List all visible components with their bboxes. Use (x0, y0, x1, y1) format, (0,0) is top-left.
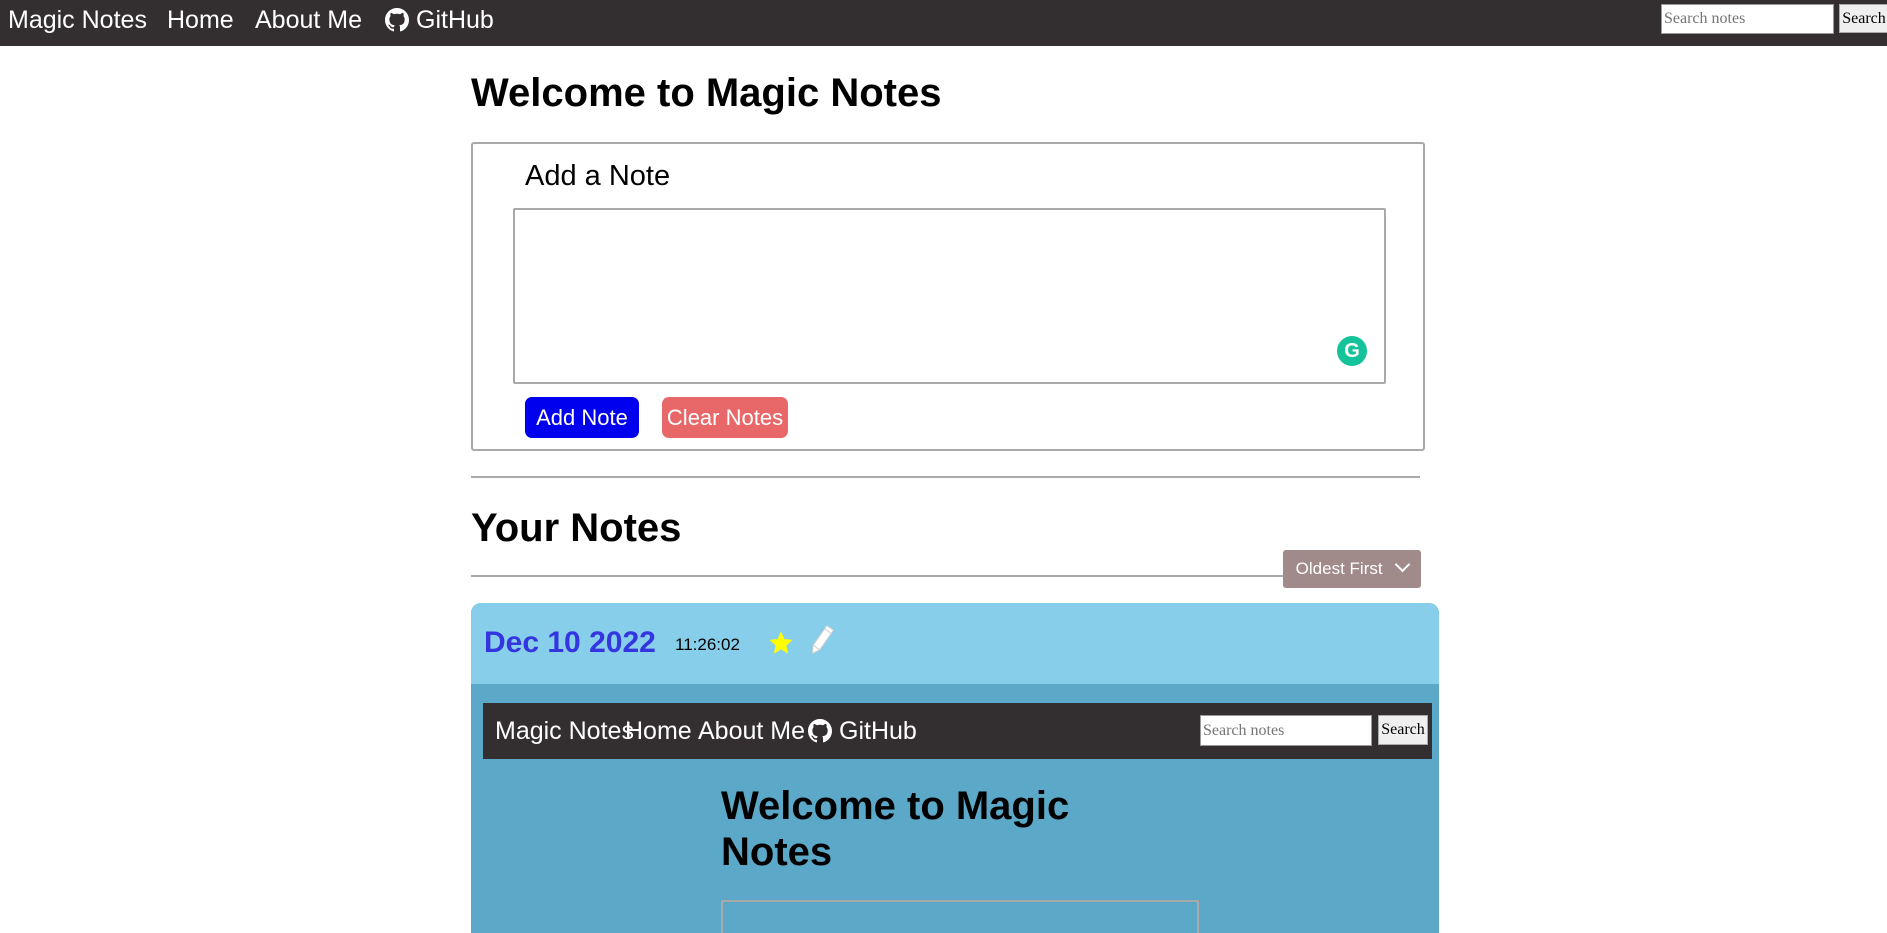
github-icon (808, 719, 832, 743)
add-note-card: Add a Note G Add Note Clear Notes (471, 142, 1425, 451)
preview-github-label: GitHub (839, 717, 917, 745)
preview-page-title: Welcome to Magic Notes (721, 784, 1070, 874)
chevron-down-icon (1395, 556, 1411, 573)
preview-search-input[interactable] (1200, 715, 1372, 746)
page-title: Welcome to Magic Notes (471, 71, 942, 115)
github-icon (385, 8, 409, 32)
github-label: GitHub (416, 6, 494, 34)
note-preview-navbar: Magic Notes Home About Me GitHub Search (483, 703, 1432, 759)
preview-github-link[interactable]: GitHub (808, 716, 917, 746)
note-card: Dec 10 2022 11:26:02 Magic Notes Home Ab… (471, 603, 1439, 933)
sort-order-label: Oldest First (1295, 559, 1383, 578)
preview-add-note-card (721, 900, 1199, 933)
divider (471, 575, 1283, 577)
pencil-icon[interactable] (807, 623, 835, 659)
nav-github-link[interactable]: GitHub (385, 5, 494, 35)
clear-notes-button[interactable]: Clear Notes (662, 397, 788, 438)
preview-brand-link[interactable]: Magic Notes (495, 716, 634, 746)
sort-order-button[interactable]: Oldest First (1283, 550, 1421, 588)
note-time: 11:26:02 (675, 635, 740, 654)
your-notes-title: Your Notes (471, 506, 682, 550)
top-navbar: Magic Notes Home About Me GitHub Search (0, 0, 1887, 46)
preview-search-button[interactable]: Search (1378, 715, 1428, 745)
star-icon[interactable] (767, 629, 795, 657)
preview-about-link[interactable]: About Me (698, 716, 805, 746)
preview-home-link[interactable]: Home (625, 716, 692, 746)
note-date: Dec 10 2022 (484, 626, 656, 659)
add-note-button[interactable]: Add Note (525, 397, 639, 438)
note-textarea[interactable]: G (513, 208, 1386, 384)
search-input[interactable] (1661, 4, 1834, 34)
nav-about-link[interactable]: About Me (255, 5, 362, 35)
grammarly-icon[interactable]: G (1337, 336, 1367, 366)
note-header: Dec 10 2022 11:26:02 (471, 603, 1439, 684)
nav-home-link[interactable]: Home (167, 5, 234, 35)
search-button[interactable]: Search (1839, 4, 1887, 33)
divider (471, 476, 1420, 478)
add-note-title: Add a Note (525, 160, 671, 192)
brand-link[interactable]: Magic Notes (8, 5, 147, 35)
